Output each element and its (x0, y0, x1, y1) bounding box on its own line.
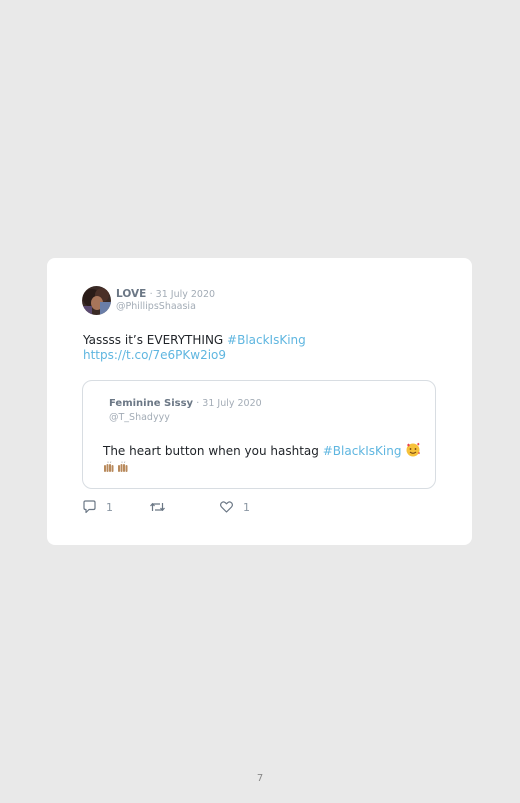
tweet-actions: 1 1 (82, 500, 282, 516)
quote-author-name[interactable]: Feminine Sissy (109, 398, 193, 409)
page-number: 7 (256, 773, 264, 784)
quote-date: 31 July 2020 (202, 398, 262, 409)
tweet-date[interactable]: 31 July 2020 (156, 289, 215, 300)
like-action[interactable]: 1 (219, 500, 250, 514)
heart-icon[interactable] (219, 500, 234, 514)
reply-action[interactable]: 1 (82, 500, 113, 514)
quote-author-line: Feminine Sissy · 31 July 2020 (109, 398, 262, 409)
retweet-icon[interactable] (149, 500, 166, 514)
like-count: 1 (243, 500, 250, 514)
tweet-card: LOVE · 31 July 2020 @PhillipsShaasia Yas… (47, 258, 472, 545)
reply-icon[interactable] (82, 500, 97, 514)
tweet-text-body: Yassss it’s EVERYTHING (83, 333, 228, 347)
avatar[interactable] (82, 286, 111, 315)
quote-text-body: The heart button when you hashtag (103, 444, 323, 458)
retweet-action[interactable] (149, 500, 175, 514)
quote-hashtag[interactable]: #BlackIsKing (323, 444, 402, 458)
quoted-tweet[interactable]: Feminine Sissy · 31 July 2020 @T_Shadyyy… (82, 380, 436, 489)
quote-text: The heart button when you hashtag #Black… (103, 442, 423, 477)
tweet-text: Yassss it’s EVERYTHING #BlackIsKing https… (83, 333, 413, 363)
author-name[interactable]: LOVE (116, 288, 146, 300)
tweet-link[interactable]: https://t.co/7e6PKw2io9 (83, 348, 226, 362)
smiling-face-with-hearts-icon (405, 442, 421, 461)
tweet-hashtag[interactable]: #BlackIsKing (227, 333, 306, 347)
author-line: LOVE · 31 July 2020 (116, 288, 215, 300)
reply-count: 1 (106, 500, 113, 514)
quote-author-handle[interactable]: @T_Shadyyy (109, 412, 170, 423)
raising-hands-icon (103, 461, 131, 477)
author-handle[interactable]: @PhillipsShaasia (116, 301, 196, 312)
